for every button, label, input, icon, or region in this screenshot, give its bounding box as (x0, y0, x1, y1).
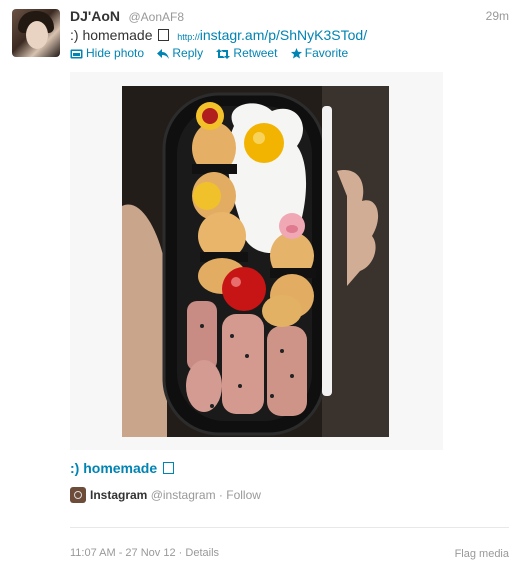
instagram-icon[interactable] (70, 487, 86, 503)
tweet-meta: 11:07 AM - 27 Nov 12 · Details (70, 547, 219, 559)
retweet-button[interactable]: Retweet (216, 46, 277, 60)
link-prefix: http:// (177, 32, 200, 42)
photo-icon (70, 49, 83, 59)
timestamp[interactable]: 29m (486, 9, 509, 23)
bento-photo[interactable] (122, 86, 389, 437)
tweet-actions: Hide photo Reply Retweet Favorite (70, 46, 358, 60)
media-source: Instagram @instagram · Follow (70, 487, 261, 503)
caption-box-glyph (163, 462, 175, 474)
tweet-header: DJ'AoN @AonAF8 29m (70, 8, 509, 26)
fullname[interactable]: DJ'AoN (70, 8, 120, 24)
follow-link[interactable]: Follow (226, 488, 261, 502)
bento-photo-drawing (122, 86, 389, 437)
source-name[interactable]: Instagram (90, 488, 147, 502)
source-handle[interactable]: @instagram (151, 488, 216, 502)
tweet-text: :) homemade http://instagr.am/p/ShNyK3ST… (70, 27, 367, 43)
emoji-box-glyph (158, 29, 170, 41)
favorite-label: Favorite (304, 46, 349, 60)
link-rest: instagr.am/p/ShNyK3STod/ (199, 27, 368, 43)
media-caption[interactable]: :) homemade (70, 460, 175, 476)
reply-button[interactable]: Reply (157, 46, 203, 60)
source-separator: · (218, 488, 223, 502)
retweet-icon (216, 49, 231, 59)
favorite-icon (290, 48, 302, 59)
avatar[interactable] (12, 9, 60, 57)
meta-separator: · (178, 547, 183, 559)
hide-photo-label: Hide photo (86, 46, 145, 60)
username[interactable]: @AonAF8 (128, 10, 184, 24)
details-link[interactable]: Details (185, 547, 219, 559)
retweet-label: Retweet (233, 46, 278, 60)
instagram-link[interactable]: http://instagr.am/p/ShNyK3STod/ (177, 27, 367, 43)
avatar-face (26, 21, 48, 49)
footer-divider (70, 527, 509, 528)
tweet-text-body: :) homemade (70, 27, 153, 43)
favorite-button[interactable]: Favorite (290, 46, 349, 60)
flag-media-link[interactable]: Flag media (455, 548, 509, 560)
reply-label: Reply (172, 46, 204, 60)
media-container (70, 72, 443, 450)
reply-icon (157, 49, 170, 59)
media-caption-text: :) homemade (70, 460, 158, 476)
tweet-datetime[interactable]: 11:07 AM - 27 Nov 12 (70, 547, 176, 559)
hide-photo-button[interactable]: Hide photo (70, 46, 144, 60)
